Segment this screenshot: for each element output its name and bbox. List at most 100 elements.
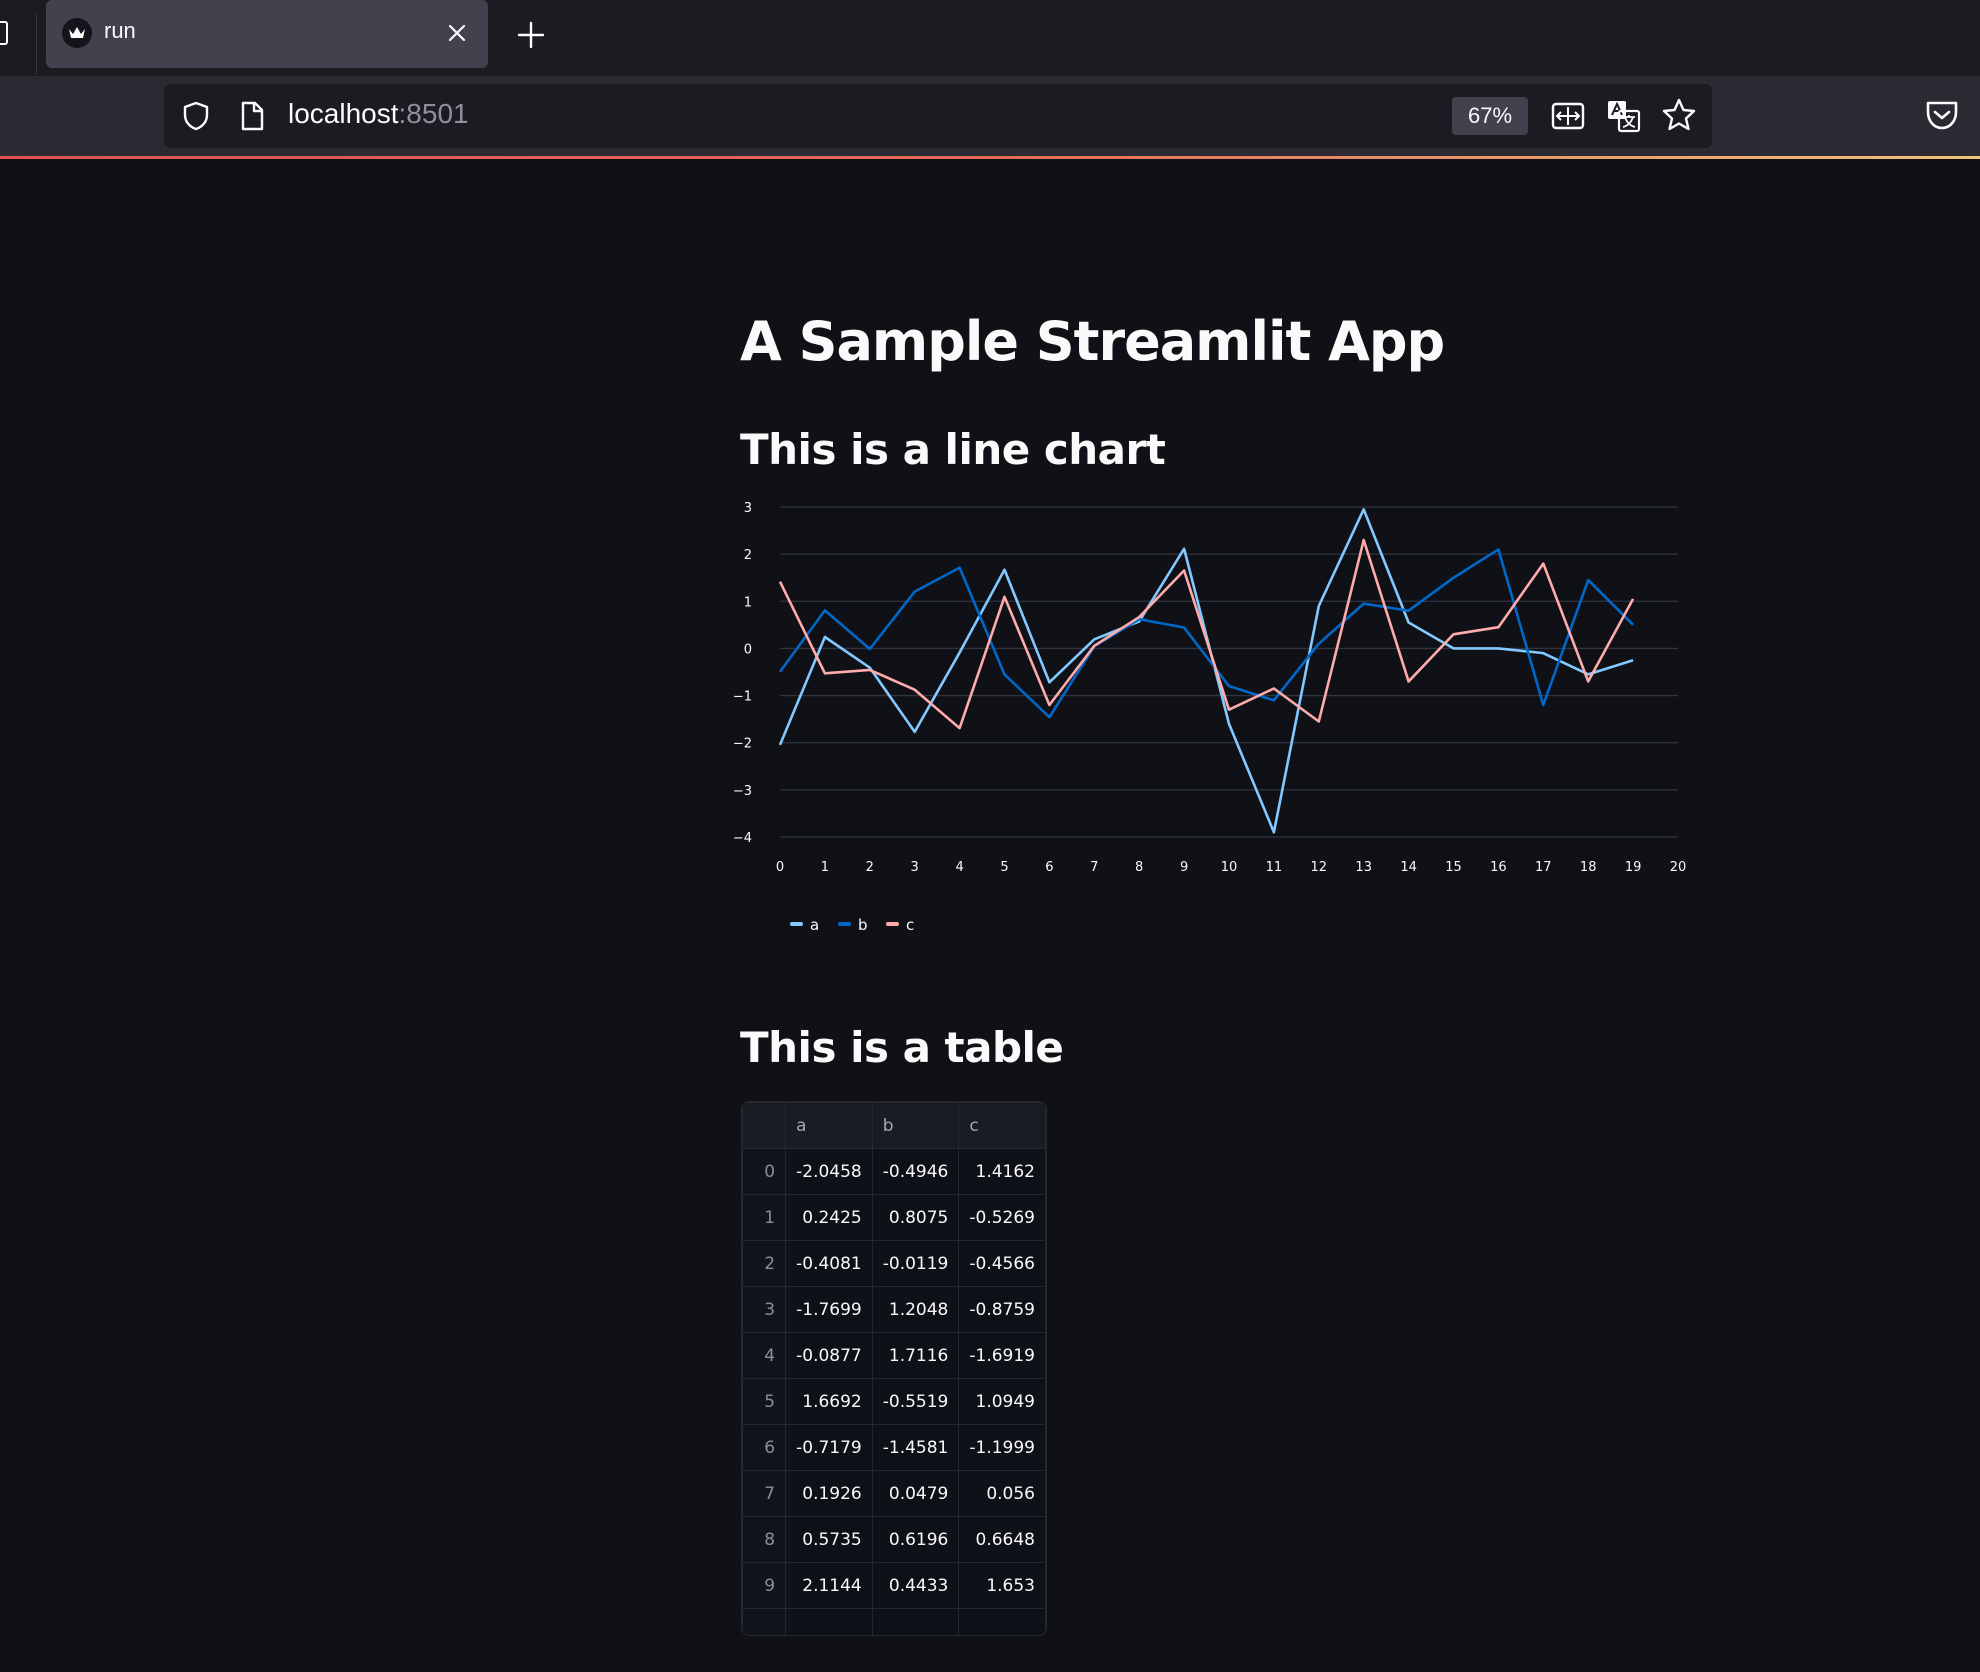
reader-view-icon[interactable]	[1550, 98, 1586, 134]
table-cell[interactable]: -1.4581	[871, 1424, 960, 1471]
column-header-b[interactable]: b	[871, 1102, 960, 1149]
table-row[interactable]: 3 -1.7699 1.2048 -0.8759	[742, 1286, 1046, 1333]
y-tick-label: 1	[744, 595, 752, 610]
table-cell[interactable]: 0.1926	[785, 1470, 873, 1517]
y-tick-label: 2	[744, 548, 752, 563]
column-header-index[interactable]	[742, 1102, 787, 1149]
row-index-cell[interactable]: 2	[742, 1240, 787, 1287]
table-cell[interactable]: 0.4433	[871, 1562, 960, 1609]
table-cell[interactable]: 0.6648	[958, 1516, 1046, 1563]
column-header-c[interactable]: c	[958, 1102, 1046, 1149]
zoom-level-button[interactable]: 67%	[1452, 97, 1528, 135]
table-cell[interactable]: -1.1999	[958, 1424, 1046, 1471]
table-cell[interactable]: -0.4946	[871, 1148, 960, 1195]
table-cell[interactable]: 1.6692	[785, 1378, 873, 1425]
url-text[interactable]: localhost:8501	[288, 98, 469, 130]
table-row[interactable]: 9 2.1144 0.4433 1.653	[742, 1562, 1046, 1609]
x-tick-label: 9	[1180, 860, 1188, 875]
x-tick-label: 1	[821, 860, 829, 875]
row-index-cell[interactable]: 0	[742, 1148, 787, 1195]
x-tick-label: 17	[1535, 860, 1552, 875]
table-cell[interactable]	[742, 1608, 787, 1635]
table-cell[interactable]	[785, 1608, 873, 1635]
x-tick-label: 11	[1266, 860, 1283, 875]
pocket-icon[interactable]	[1924, 98, 1960, 132]
row-index-cell[interactable]: 4	[742, 1332, 787, 1379]
table-row[interactable]: 1 0.2425 0.8075 -0.5269	[742, 1194, 1046, 1241]
table-cell[interactable]	[871, 1608, 960, 1635]
row-index-cell[interactable]: 6	[742, 1424, 787, 1471]
table-cell[interactable]: -0.8759	[958, 1286, 1046, 1333]
tab-overflow-icon[interactable]	[0, 18, 10, 48]
table-cell[interactable]: 1.0949	[958, 1378, 1046, 1425]
table-row[interactable]: 7 0.1926 0.0479 0.056	[742, 1470, 1046, 1517]
table-cell[interactable]: 1.2048	[871, 1286, 960, 1333]
x-tick-label: 4	[955, 860, 963, 875]
table-cell[interactable]: 0.6196	[871, 1516, 960, 1563]
navigation-toolbar: localhost:8501 67%	[0, 76, 1980, 156]
x-tick-label: 16	[1490, 860, 1507, 875]
table-row[interactable]: 5 1.6692 -0.5519 1.0949	[742, 1378, 1046, 1425]
legend-swatch-b	[838, 922, 851, 926]
x-tick-label: 0	[776, 860, 784, 875]
plus-icon[interactable]	[514, 18, 548, 52]
table-cell[interactable]: 0.8075	[871, 1194, 960, 1241]
table-row[interactable]: 0 -2.0458 -0.4946 1.4162	[742, 1148, 1046, 1195]
legend-label-a[interactable]: a	[810, 916, 819, 934]
table-row[interactable]: 4 -0.0877 1.7116 -1.6919	[742, 1332, 1046, 1379]
table-cell[interactable]: -0.5269	[958, 1194, 1046, 1241]
address-bar[interactable]: localhost:8501 67%	[164, 84, 1712, 148]
row-index-cell[interactable]: 5	[742, 1378, 787, 1425]
table-cell[interactable]: -2.0458	[785, 1148, 873, 1195]
row-index-cell[interactable]: 1	[742, 1194, 787, 1241]
y-tick-label: 0	[744, 642, 752, 657]
table-row-partial[interactable]	[742, 1608, 1046, 1635]
column-header-a[interactable]: a	[785, 1102, 873, 1149]
translate-icon[interactable]	[1606, 98, 1642, 134]
legend-label-c[interactable]: c	[906, 916, 914, 934]
table-cell[interactable]: 1.4162	[958, 1148, 1046, 1195]
x-tick-label: 6	[1045, 860, 1053, 875]
series-line-a[interactable]	[778, 508, 1634, 834]
table-cell[interactable]	[958, 1608, 1046, 1635]
table-cell[interactable]: 2.1144	[785, 1562, 873, 1609]
url-port: :8501	[398, 98, 469, 129]
tab-run[interactable]: run	[46, 0, 488, 68]
table-cell[interactable]: -0.0119	[871, 1240, 960, 1287]
table-cell[interactable]: 1.653	[958, 1562, 1046, 1609]
table-cell[interactable]: 0.056	[958, 1470, 1046, 1517]
data-table[interactable]: a b c 0 -2.0458 -0.4946 1.4162 1 0.2425 0.8075…	[741, 1101, 1047, 1636]
table-row[interactable]: 2 -0.4081 -0.0119 -0.4566	[742, 1240, 1046, 1287]
table-cell[interactable]: -0.0877	[785, 1332, 873, 1379]
bookmark-star-icon[interactable]	[1660, 96, 1698, 134]
row-index-cell[interactable]: 3	[742, 1286, 787, 1333]
table-cell[interactable]: -1.7699	[785, 1286, 873, 1333]
line-chart[interactable]: 3210−1−2−3−40 1 2 3 4 5 6 7 8 9 10 11 12 13 14 15 16 17 18…	[730, 492, 1690, 952]
y-tick-label: −4	[733, 831, 752, 846]
table-cell[interactable]: 0.2425	[785, 1194, 873, 1241]
row-index-cell[interactable]: 8	[742, 1516, 787, 1563]
x-tick-label: 12	[1311, 860, 1328, 875]
shield-icon[interactable]	[180, 100, 212, 132]
table-cell[interactable]: 0.0479	[871, 1470, 960, 1517]
table-cell[interactable]: -0.4566	[958, 1240, 1046, 1287]
x-tick-label: 5	[1000, 860, 1008, 875]
row-index-cell[interactable]: 7	[742, 1470, 787, 1517]
table-cell[interactable]: 1.7116	[871, 1332, 960, 1379]
legend-swatch-a	[790, 922, 803, 926]
table-cell[interactable]: -0.5519	[871, 1378, 960, 1425]
table-row[interactable]: 8 0.5735 0.6196 0.6648	[742, 1516, 1046, 1563]
table-cell[interactable]: -0.4081	[785, 1240, 873, 1287]
table-cell[interactable]: -0.7179	[785, 1424, 873, 1471]
table-grid: a b c 0 -2.0458 -0.4946 1.4162 1 0.2425 0.8075…	[742, 1102, 1046, 1635]
close-icon[interactable]	[442, 18, 472, 48]
legend-label-b[interactable]: b	[858, 916, 868, 934]
row-index-cell[interactable]: 9	[742, 1562, 787, 1609]
table-cell[interactable]: -1.6919	[958, 1332, 1046, 1379]
page-icon[interactable]	[236, 100, 268, 132]
table-row[interactable]: 6 -0.7179 -1.4581 -1.1999	[742, 1424, 1046, 1471]
x-tick-label: 18	[1580, 860, 1597, 875]
page-load-indicator	[0, 156, 1980, 159]
table-cell[interactable]: 0.5735	[785, 1516, 873, 1563]
x-tick-label: 15	[1445, 860, 1462, 875]
